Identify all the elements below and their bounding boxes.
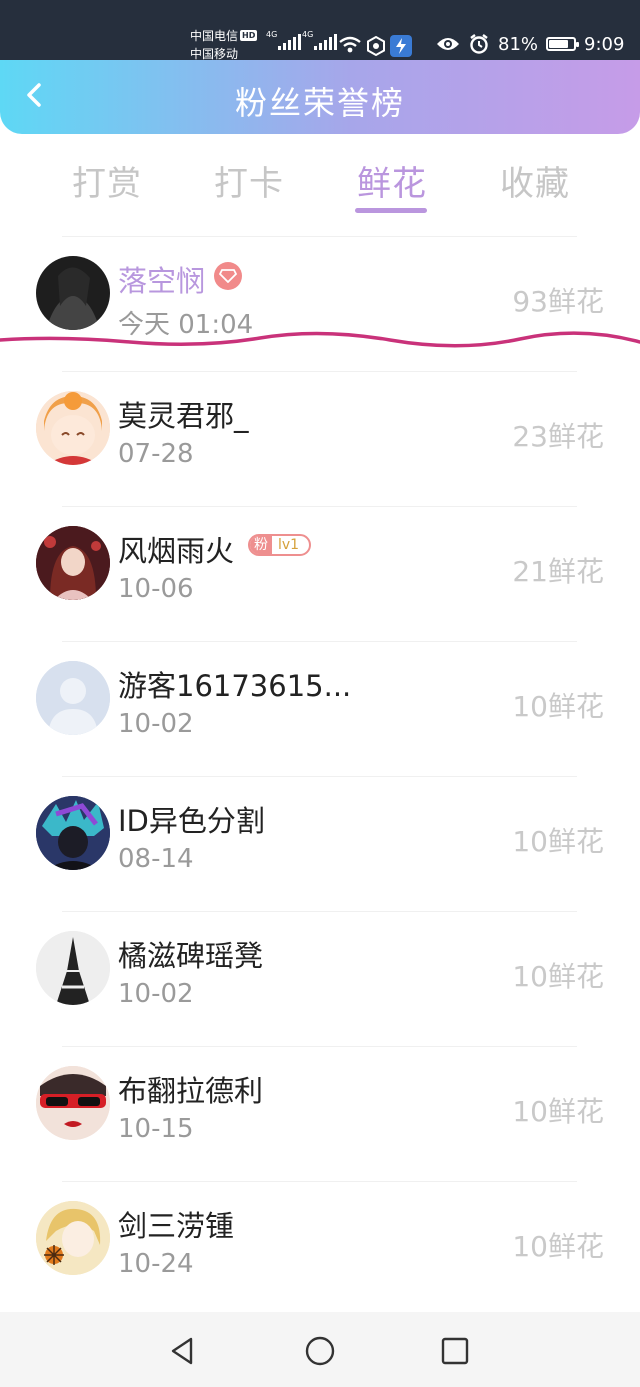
fan-date: 08-14 <box>118 844 194 874</box>
list-item[interactable]: ID异色分割 08-14 10鲜花 <box>0 776 640 911</box>
flower-count: 21鲜花 <box>512 555 604 588</box>
flower-count: 10鲜花 <box>512 1230 604 1263</box>
clock: 9:09 <box>584 33 625 55</box>
avatar[interactable] <box>36 661 110 735</box>
fan-date: 07-28 <box>118 439 194 469</box>
signal-icon-2: 4G <box>302 30 337 50</box>
fan-name: 剑三涝锺 <box>118 1209 235 1243</box>
list-item[interactable]: 橘滋碑瑶凳 10-02 10鲜花 <box>0 911 640 1046</box>
carrier-1: 中国电信 <box>190 29 239 43</box>
fan-date: 10-15 <box>118 1114 194 1144</box>
signal-icon-1: 4G <box>266 30 301 50</box>
flower-count: 10鲜花 <box>512 825 604 858</box>
alarm-icon <box>470 34 488 54</box>
nfc-icon <box>367 36 385 56</box>
list-item[interactable]: 莫灵君邪_ 07-28 23鲜花 <box>0 371 640 506</box>
diamond-badge-icon <box>214 262 242 290</box>
tab-reward[interactable]: 打赏 <box>72 156 142 205</box>
list-item[interactable]: 风烟雨火 粉 lv1 10-06 21鲜花 <box>0 506 640 641</box>
avatar[interactable] <box>36 256 110 330</box>
eye-icon <box>437 38 459 50</box>
nav-back-icon[interactable] <box>166 1334 200 1368</box>
list-item[interactable]: 剑三涝锺 10-24 10鲜花 <box>0 1181 640 1316</box>
hd-badge: HD <box>240 30 258 41</box>
nav-home-icon[interactable] <box>303 1334 337 1368</box>
battery-icon <box>546 37 580 51</box>
fan-date: 10-02 <box>118 979 194 1009</box>
flower-count: 10鲜花 <box>512 960 604 993</box>
fan-name: 落空悯 <box>118 264 206 298</box>
flower-count: 23鲜花 <box>512 420 604 453</box>
fan-level-badge: 粉 lv1 <box>248 534 312 556</box>
fan-date: 10-02 <box>118 709 194 739</box>
carrier-info: 中国电信 HD 中国移动 <box>190 27 258 63</box>
flower-count: 10鲜花 <box>512 690 604 723</box>
fan-badge-level: lv1 <box>278 537 300 553</box>
nav-recents-icon[interactable] <box>438 1334 472 1368</box>
header-bar: 粉丝荣誉榜 <box>0 60 640 134</box>
tab-favorites[interactable]: 收藏 <box>500 156 570 205</box>
fan-badge-label: 粉 <box>250 536 272 554</box>
tab-bar: 打赏 打卡 鲜花 收藏 <box>0 150 640 220</box>
fan-date: 10-24 <box>118 1249 194 1279</box>
fan-name: 风烟雨火 <box>118 534 235 568</box>
avatar[interactable] <box>36 526 110 600</box>
fan-name: 布翻拉德利 <box>118 1074 264 1108</box>
tab-active-indicator <box>355 208 427 213</box>
fan-name: 橘滋碑瑶凳 <box>118 939 264 973</box>
tab-flowers[interactable]: 鲜花 <box>357 156 427 205</box>
flower-count: 93鲜花 <box>512 285 604 318</box>
avatar[interactable] <box>36 1066 110 1140</box>
avatar[interactable] <box>36 391 110 465</box>
system-nav-bar <box>0 1312 640 1387</box>
list-item[interactable]: 布翻拉德利 10-15 10鲜花 <box>0 1046 640 1181</box>
wifi-icon <box>339 36 361 53</box>
flower-count: 10鲜花 <box>512 1095 604 1128</box>
fan-name: 游客16173615... <box>118 669 352 703</box>
flash-app-icon <box>390 35 412 57</box>
page-title: 粉丝荣誉榜 <box>234 84 405 122</box>
list-item[interactable]: 游客16173615... 10-02 10鲜花 <box>0 641 640 776</box>
fan-date: 10-06 <box>118 574 194 604</box>
fan-name: 莫灵君邪_ <box>118 399 249 433</box>
avatar[interactable] <box>36 1201 110 1275</box>
tab-checkin[interactable]: 打卡 <box>214 156 284 205</box>
avatar[interactable] <box>36 796 110 870</box>
avatar[interactable] <box>36 931 110 1005</box>
fan-name: ID异色分割 <box>118 804 265 838</box>
annotation-underline <box>0 331 640 348</box>
battery-percent: 81% <box>498 33 539 55</box>
